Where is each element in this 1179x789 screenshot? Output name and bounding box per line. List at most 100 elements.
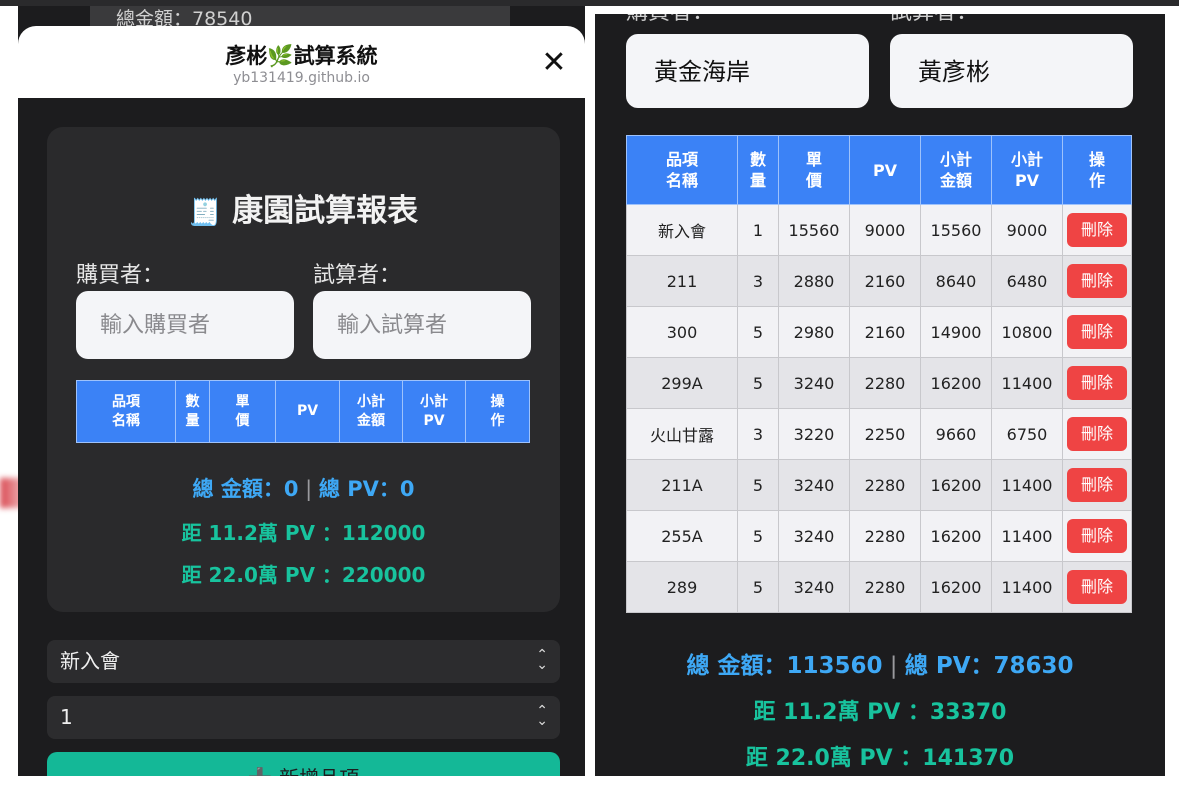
cell-item-name: 新入會 [626, 204, 738, 256]
report-card: 🧾 康園試算報表 購買者： 試算者： 品項名稱 數量 單價 PV 小計金額 小計… [47, 127, 560, 612]
total-pv-label: 總 PV： [904, 653, 994, 679]
delete-button[interactable]: 刪除 [1067, 264, 1127, 298]
cell-subtotal-amount: 15560 [920, 204, 992, 256]
cell-pv: 2250 [849, 408, 921, 460]
cell-action: 刪除 [1062, 357, 1132, 409]
header-subtotal-pv: 小計 PV [991, 135, 1063, 205]
cell-unit-price: 15560 [778, 204, 850, 256]
product-select-value: 新入會 [60, 649, 120, 673]
cell-subtotal-amount: 16200 [920, 459, 992, 511]
table-row: 211A 5 3240 2280 16200 11400 刪除 [626, 459, 1132, 511]
cell-subtotal-pv: 6750 [991, 408, 1063, 460]
cell-qty: 5 [737, 510, 779, 562]
table-row: 211 3 2880 2160 8640 6480 刪除 [626, 255, 1132, 307]
table-row: 新入會 1 15560 9000 15560 9000 刪除 [626, 204, 1132, 256]
cell-action: 刪除 [1062, 561, 1132, 613]
table-row: 289 5 3240 2280 16200 11400 刪除 [626, 561, 1132, 613]
cell-action: 刪除 [1062, 255, 1132, 307]
total-amount-value: 0 [283, 477, 299, 501]
empty-items-table: 品項 名稱 數量 單價 PV 小計 金額 小計 PV 操作 [76, 380, 530, 443]
cell-subtotal-amount: 8640 [920, 255, 992, 307]
delete-button[interactable]: 刪除 [1067, 366, 1127, 400]
delete-button[interactable]: 刪除 [1067, 213, 1127, 247]
buyer-input[interactable] [76, 291, 294, 359]
header-action: 操作 [1062, 135, 1132, 205]
cell-qty: 3 [737, 255, 779, 307]
total-amount-label: 總 金額： [192, 477, 284, 501]
cell-item-name: 300 [626, 306, 738, 358]
cell-action: 刪除 [1062, 408, 1132, 460]
total-pv-value: 78630 [993, 653, 1074, 679]
cell-unit-price: 3240 [778, 357, 850, 409]
leaf-icon: 🌿 [267, 44, 294, 68]
header-qty: 數量 [737, 135, 779, 205]
buyer-input[interactable]: 黃金海岸 [626, 34, 869, 108]
header-action: 操作 [465, 380, 530, 443]
quantity-select[interactable]: 1 ⌃ ⌄ [47, 696, 560, 739]
brand-name-a: 彥彬 [225, 44, 268, 68]
cell-subtotal-amount: 16200 [920, 561, 992, 613]
total-amount-label: 總 金額： [686, 653, 787, 679]
cell-action: 刪除 [1062, 510, 1132, 562]
distance-11-2w: 距 11.2萬 PV ：33370 [753, 700, 1007, 725]
cell-unit-price: 3220 [778, 408, 850, 460]
cell-qty: 3 [737, 408, 779, 460]
cell-unit-price: 3240 [778, 561, 850, 613]
calculator-input[interactable]: 黃彥彬 [890, 34, 1133, 108]
cell-qty: 5 [737, 459, 779, 511]
total-summary: 總 金額：113560 | 總 PV：78630 [686, 653, 1074, 679]
add-item-button[interactable]: ➕ 新增品項 [47, 752, 560, 776]
total-pv-label: 總 PV： [318, 477, 400, 501]
cell-unit-price: 3240 [778, 459, 850, 511]
close-icon[interactable]: ✕ [538, 48, 570, 80]
cell-pv: 2280 [849, 510, 921, 562]
cell-item-name: 211 [626, 255, 738, 307]
cell-pv: 2280 [849, 357, 921, 409]
header-qty: 數量 [175, 380, 210, 443]
cell-action: 刪除 [1062, 459, 1132, 511]
cell-subtotal-pv: 11400 [991, 459, 1063, 511]
distance-22-0w: 距 22.0萬 PV ：220000 [181, 563, 426, 587]
delete-button[interactable]: 刪除 [1067, 417, 1127, 451]
table-row: 299A 5 3240 2280 16200 11400 刪除 [626, 357, 1132, 409]
total-summary: 總 金額：0 | 總 PV：0 [192, 477, 415, 501]
cell-subtotal-amount: 16200 [920, 357, 992, 409]
cell-unit-price: 3240 [778, 510, 850, 562]
delete-button[interactable]: 刪除 [1067, 519, 1127, 553]
product-select[interactable]: 新入會 ⌃ ⌄ [47, 640, 560, 683]
table-header-row: 品項 名稱 數量 單價 PV 小計 金額 小計 PV 操作 [626, 135, 1132, 205]
cell-subtotal-amount: 16200 [920, 510, 992, 562]
cell-subtotal-amount: 14900 [920, 306, 992, 358]
table-row: 300 5 2980 2160 14900 10800 刪除 [626, 306, 1132, 358]
select-chevron-icon: ⌃ ⌄ [536, 703, 548, 729]
browser-sheet-header: 彥彬🌿試算系統 yb131419.github.io ✕ [18, 26, 585, 98]
header-item-name: 品項 名稱 [626, 135, 738, 205]
site-brand: 彥彬🌿試算系統 [18, 40, 585, 70]
delete-button[interactable]: 刪除 [1067, 570, 1127, 604]
calculator-input[interactable] [313, 291, 531, 359]
cell-item-name: 211A [626, 459, 738, 511]
cell-unit-price: 2980 [778, 306, 850, 358]
items-table: 品項 名稱 數量 單價 PV 小計 金額 小計 PV 操作 新入會 1 15560 9… [626, 135, 1132, 613]
buyer-label: 購買者： [626, 14, 714, 24]
cell-qty: 1 [737, 204, 779, 256]
total-amount-value: 113560 [786, 653, 883, 679]
table-row: 火山甘露 3 3220 2250 9660 6750 刪除 [626, 408, 1132, 460]
total-pv-value: 0 [399, 477, 415, 501]
cell-subtotal-pv: 6480 [991, 255, 1063, 307]
header-pv: PV [275, 380, 340, 443]
header-item-name: 品項 名稱 [76, 380, 176, 443]
distance-11-2w: 距 11.2萬 PV ：112000 [181, 521, 426, 545]
calculator-label: 試算者： [890, 14, 978, 24]
delete-button[interactable]: 刪除 [1067, 468, 1127, 502]
delete-button[interactable]: 刪除 [1067, 315, 1127, 349]
cell-item-name: 火山甘露 [626, 408, 738, 460]
calculator-label: 試算者： [313, 263, 402, 288]
header-subtotal-pv: 小計 PV [402, 380, 466, 443]
report-title: 🧾 康園試算報表 [47, 185, 560, 230]
cell-action: 刪除 [1062, 306, 1132, 358]
table-header-row: 品項 名稱 數量 單價 PV 小計 金額 小計 PV 操作 [76, 380, 530, 443]
cell-subtotal-pv: 11400 [991, 561, 1063, 613]
right-screenshot: 購買者： 試算者： 黃金海岸 黃彥彬 品項名稱 數量 單價 PV 小計金額 小計… [595, 14, 1165, 776]
header-unit-price: 單價 [209, 380, 276, 443]
